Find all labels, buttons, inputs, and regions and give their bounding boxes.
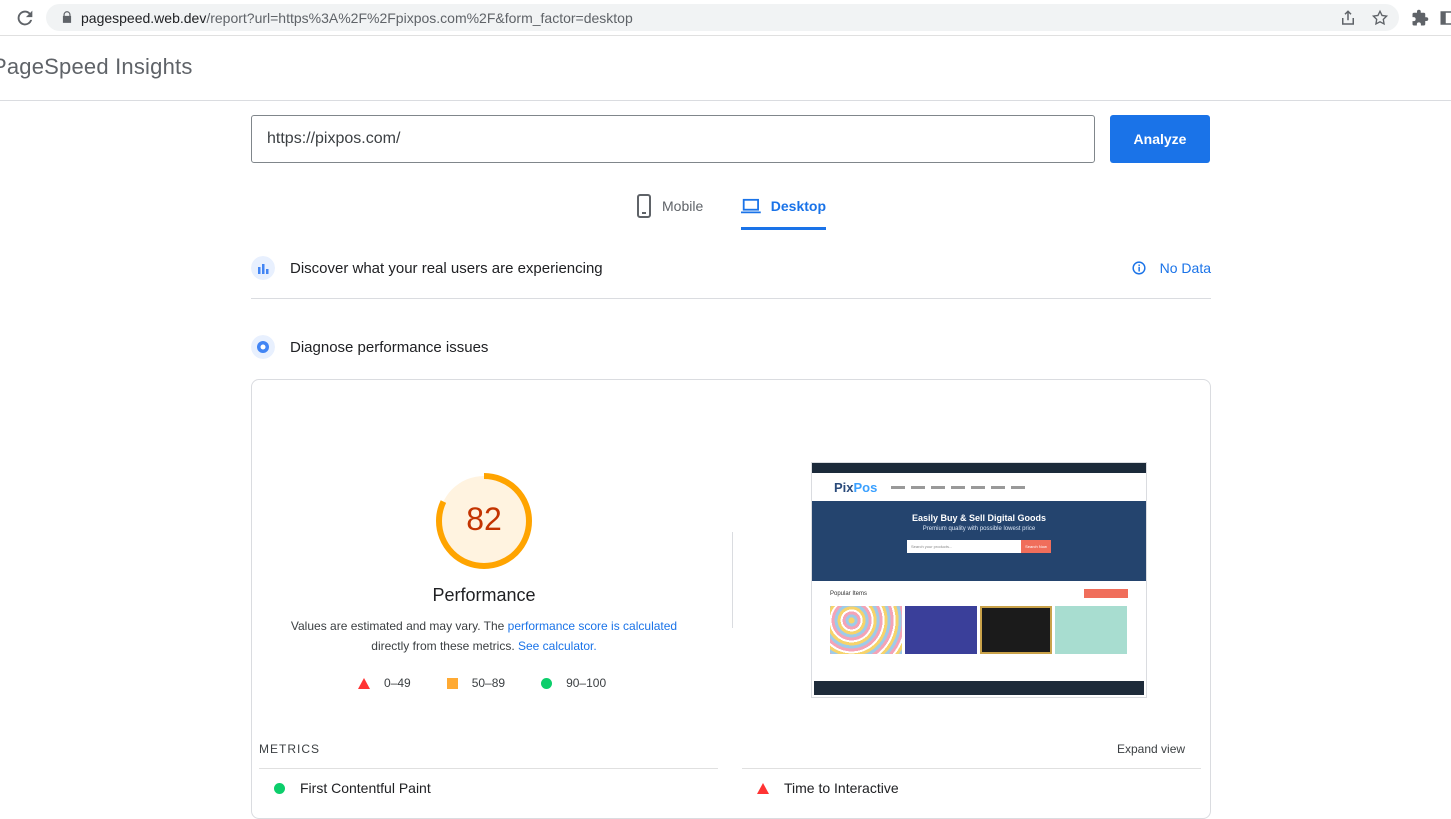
shot-hero-title: Easily Buy & Sell Digital Goods [911, 513, 1047, 523]
shot-item-thumbnail [830, 606, 902, 654]
legend-item-good: 90–100 [541, 676, 606, 690]
shot-popular-title: Popular Items [830, 590, 868, 597]
metric-name: First Contentful Paint [300, 780, 431, 796]
shot-cookie-bar [814, 681, 1144, 695]
shot-search-button: Search Now [1021, 540, 1051, 553]
expand-view-toggle[interactable]: Expand view [1117, 742, 1185, 756]
tab-mobile[interactable]: Mobile [636, 190, 703, 230]
poor-triangle-icon [757, 782, 769, 794]
shot-item-thumbnail [1055, 606, 1127, 654]
legend-item-average: 50–89 [446, 676, 506, 690]
metrics-divider-left [259, 768, 718, 769]
real-users-section: Discover what your real users are experi… [251, 248, 1211, 288]
bookmark-star-icon[interactable] [1371, 9, 1389, 27]
circle-icon [541, 677, 553, 689]
diagnose-section: Diagnose performance issues [251, 327, 1211, 367]
users-chart-icon [251, 256, 275, 280]
shot-topbar [812, 463, 1146, 473]
shot-popular: Popular Items [812, 581, 1146, 602]
metrics-divider-right [742, 768, 1201, 769]
metric-tti: Time to Interactive [757, 780, 899, 796]
diagnose-target-icon [251, 335, 275, 359]
reload-icon[interactable] [14, 7, 36, 29]
info-icon [1132, 261, 1146, 275]
shot-logo: PixPos [834, 480, 877, 495]
performance-score: 82 [466, 501, 502, 537]
shot-item-thumbnail [980, 606, 1052, 654]
legend-range: 50–89 [471, 676, 506, 690]
vertical-divider [732, 532, 733, 628]
legend-range: 0–49 [384, 676, 411, 690]
good-circle-icon [274, 782, 285, 794]
page-screenshot: PixPos Easily Buy & Sell Digital Goods P… [811, 462, 1147, 698]
performance-description: Values are estimated and may vary. The p… [280, 616, 688, 656]
tab-mobile-label: Mobile [662, 198, 704, 214]
side-panel-icon[interactable] [1439, 9, 1451, 27]
app-title[interactable]: PageSpeed Insights [0, 54, 193, 80]
performance-label: Performance [432, 585, 536, 605]
shot-search-input: Search your products... [907, 540, 1021, 553]
url-host: pagespeed.web.dev [81, 10, 207, 26]
extensions-icon[interactable] [1411, 9, 1429, 27]
metric-fcp: First Contentful Paint [274, 780, 431, 796]
shot-item-thumbnail [905, 606, 977, 654]
square-icon [446, 677, 458, 689]
address-bar[interactable]: pagespeed.web.dev/report?url=https%3A%2F… [46, 4, 1399, 31]
browser-toolbar: pagespeed.web.dev/report?url=https%3A%2F… [0, 0, 1451, 36]
shot-popular-button [1084, 589, 1128, 598]
tab-desktop-label: Desktop [770, 198, 826, 214]
shot-hero-subtitle: Premium quality with possible lowest pri… [922, 526, 1036, 532]
desc-text-1: Values are estimated and may vary. The [290, 619, 508, 633]
share-icon[interactable] [1339, 9, 1357, 27]
no-data-label: No Data [1159, 260, 1211, 276]
shot-search: Search your products... Search Now [907, 540, 1051, 553]
logo-part-2: Pos [853, 479, 878, 495]
metric-name: Time to Interactive [784, 780, 899, 796]
mobile-phone-icon [637, 194, 651, 218]
score-calculated-link[interactable]: performance score is calculated [508, 619, 677, 633]
no-data-link[interactable]: No Data [1132, 260, 1211, 276]
real-users-title: Discover what your real users are experi… [290, 259, 603, 277]
address-url: pagespeed.web.dev/report?url=https%3A%2F… [81, 10, 633, 26]
metrics-heading: METRICS [259, 742, 320, 756]
url-path: /report?url=https%3A%2F%2Fpixpos.com%2F&… [206, 10, 633, 26]
tab-desktop[interactable]: Desktop [741, 190, 826, 230]
shot-navbar: PixPos [812, 473, 1146, 501]
score-legend: 0–49 50–89 90–100 [358, 676, 642, 690]
app-header: PageSpeed Insights [0, 36, 1451, 101]
legend-item-poor: 0–49 [358, 676, 411, 690]
section-divider [251, 298, 1211, 299]
url-input[interactable] [251, 115, 1095, 163]
legend-range: 90–100 [566, 676, 607, 690]
see-calculator-link[interactable]: See calculator. [518, 639, 597, 653]
performance-card: 82 Performance Values are estimated and … [251, 379, 1211, 819]
shot-nav-links [891, 485, 1026, 489]
analyze-button[interactable]: Analyze [1110, 115, 1210, 163]
desc-text-2: directly from these metrics. [371, 639, 518, 653]
laptop-icon [741, 198, 761, 214]
triangle-icon [358, 677, 370, 689]
logo-part-1: Pix [834, 479, 854, 495]
shot-hero: Easily Buy & Sell Digital Goods Premium … [812, 501, 1146, 581]
lock-icon [62, 11, 72, 23]
shot-items [812, 602, 1146, 654]
diagnose-title: Diagnose performance issues [290, 338, 489, 356]
